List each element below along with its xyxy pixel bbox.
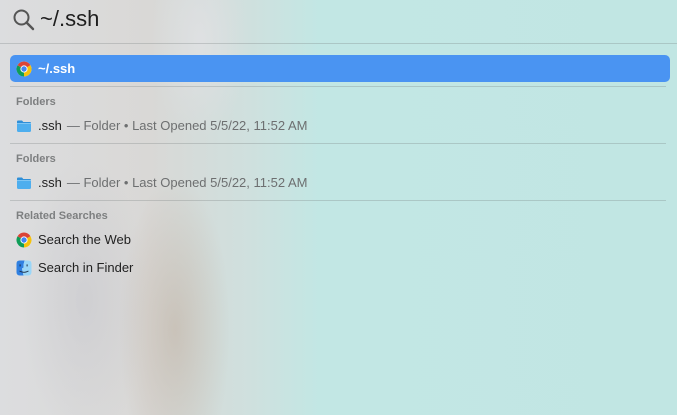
section-divider — [10, 86, 666, 87]
folder-icon — [16, 118, 32, 134]
search-in-finder-row[interactable]: Search in Finder — [10, 254, 670, 281]
folder-meta: — Folder • Last Opened 5/5/22, 11:52 AM — [66, 118, 308, 133]
top-hit-row[interactable]: ~/.ssh — [10, 55, 670, 82]
search-divider — [0, 43, 677, 44]
search-the-web-label: Search the Web — [38, 232, 131, 247]
section-header-related-searches: Related Searches — [16, 210, 108, 222]
folder-name: .ssh — [38, 118, 62, 133]
section-header-folders: Folders — [16, 96, 56, 108]
folder-result-row[interactable]: .ssh — Folder • Last Opened 5/5/22, 11:5… — [10, 112, 670, 139]
search-bar — [0, 0, 677, 44]
search-icon — [12, 8, 36, 32]
chrome-icon — [16, 61, 32, 77]
finder-icon — [16, 260, 32, 276]
section-divider — [10, 200, 666, 201]
section-divider — [10, 143, 666, 144]
search-in-finder-label: Search in Finder — [38, 260, 134, 275]
folder-meta: — Folder • Last Opened 5/5/22, 11:52 AM — [66, 175, 308, 190]
section-header-folders: Folders — [16, 153, 56, 165]
folder-result-row[interactable]: .ssh — Folder • Last Opened 5/5/22, 11:5… — [10, 169, 670, 196]
search-input[interactable] — [40, 4, 640, 34]
folder-icon — [16, 175, 32, 191]
folder-name: .ssh — [38, 175, 62, 190]
top-hit-label: ~/.ssh — [38, 61, 76, 76]
chrome-icon — [16, 232, 32, 248]
spotlight-panel: ~/.ssh Folders .ssh — Folder • Last Open… — [0, 0, 677, 415]
search-the-web-row[interactable]: Search the Web — [10, 226, 670, 253]
